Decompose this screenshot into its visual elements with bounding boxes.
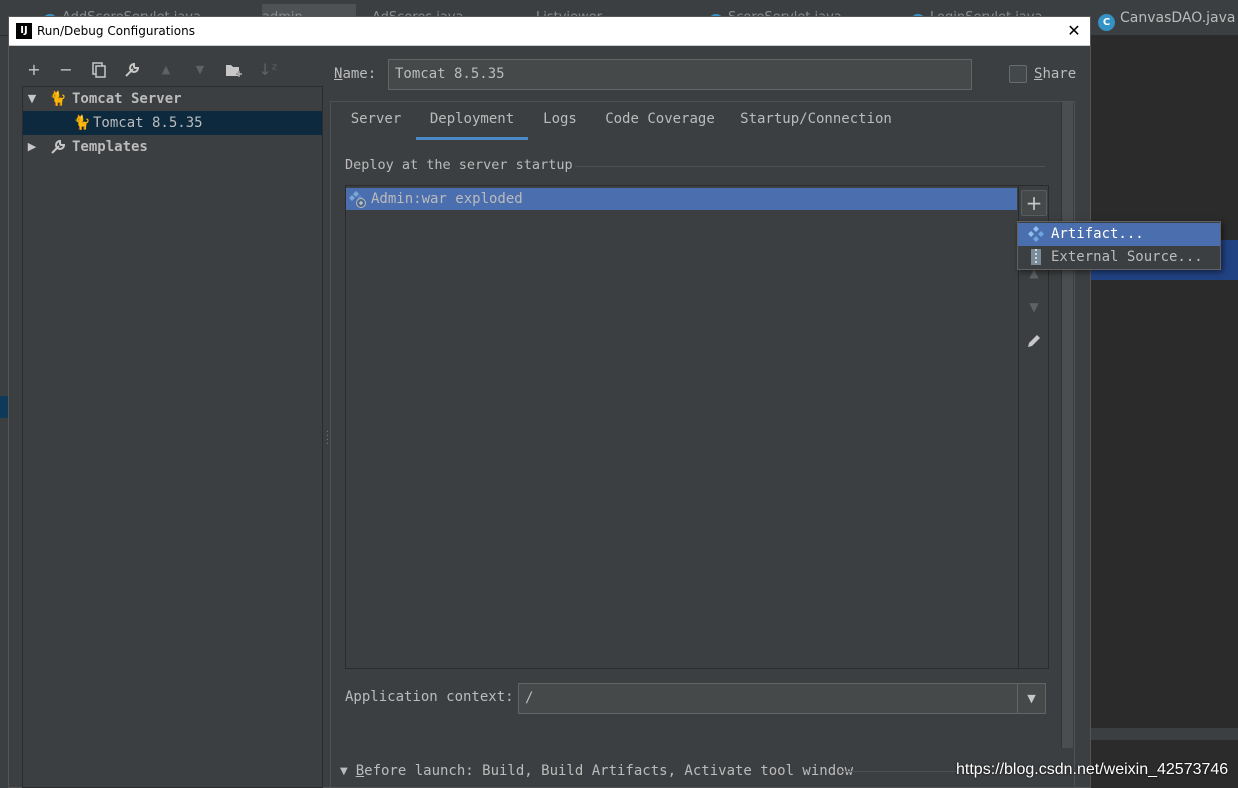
sort-icon[interactable]: ↓ᶻ (256, 58, 280, 82)
add-deployment-button[interactable]: + (1021, 190, 1047, 216)
section-divider (575, 166, 1045, 167)
collapse-arrow-icon[interactable]: ▶ (25, 135, 39, 159)
dialog-title: Run/Debug Configurations (37, 24, 195, 38)
config-tree: ▼ 🐈 Tomcat Server 🐈 Tomcat 8.5.35 ▶ Temp… (22, 86, 323, 788)
class-icon: C (1098, 14, 1115, 31)
add-deployment-menu: Artifact... External Source... (1017, 221, 1221, 270)
tab-startup-connection[interactable]: Startup/Connection (730, 104, 902, 140)
app-context-label: Application context: (345, 689, 514, 705)
menu-item-label: Artifact... (1051, 226, 1144, 242)
editor-tab-canvasdao[interactable]: C CanvasDAO.java (1098, 4, 1236, 32)
deploy-list-items: Admin:war exploded (346, 186, 1018, 668)
add-icon[interactable]: + (22, 58, 46, 82)
project-strip (0, 36, 8, 788)
list-item[interactable]: Admin:war exploded (346, 188, 1017, 210)
tree-group-tomcat[interactable]: ▼ 🐈 Tomcat Server (23, 87, 322, 111)
selection-marker (0, 396, 8, 418)
edit-pencil-icon[interactable] (1021, 328, 1047, 354)
remove-icon[interactable]: − (54, 58, 78, 82)
tomcat-icon: 🐈 (73, 115, 91, 131)
deploy-section-title: Deploy at the server startup (345, 157, 573, 173)
title-bar: IJ Run/Debug Configurations ✕ (9, 17, 1090, 46)
tab-code-coverage[interactable]: Code Coverage (594, 104, 726, 140)
editor-scrollbar (1090, 728, 1238, 740)
tomcat-icon: 🐈 (49, 91, 67, 107)
expand-arrow-icon[interactable]: ▼ (25, 87, 39, 111)
app-context-combobox[interactable]: / ▼ (518, 683, 1046, 714)
tab-deployment[interactable]: Deployment (416, 104, 528, 140)
panel-scrollbar[interactable] (1061, 102, 1073, 748)
watermark: https://blog.csdn.net/weixin_42573746 (956, 761, 1229, 778)
share-label: Share (1034, 66, 1077, 82)
before-launch-divider (840, 771, 958, 772)
expand-arrow-icon[interactable]: ▼ (340, 766, 348, 777)
move-down-icon[interactable]: ▼ (1021, 294, 1047, 320)
splitter-handle[interactable]: · · · · (325, 428, 330, 450)
tree-item-label: Tomcat 8.5.35 (93, 115, 203, 131)
artifact-icon (1028, 226, 1044, 242)
artifact-exploded-icon (349, 190, 367, 208)
share-checkbox[interactable] (1009, 65, 1027, 83)
tree-group-label: Templates (72, 139, 148, 155)
menu-item-label: External Source... (1051, 249, 1203, 265)
name-label: Name: (334, 66, 377, 82)
menu-item-artifact[interactable]: Artifact... (1018, 223, 1220, 246)
tree-group-label: Tomcat Server (72, 91, 182, 107)
tab-server[interactable]: Server (338, 104, 414, 140)
menu-item-external-source[interactable]: External Source... (1018, 246, 1220, 269)
wrench-icon[interactable] (120, 58, 144, 82)
tree-group-templates[interactable]: ▶ Templates (23, 135, 322, 159)
list-item-label: Admin:war exploded (371, 191, 523, 207)
chevron-down-icon[interactable]: ▼ (1017, 684, 1045, 713)
before-launch-section[interactable]: ▼ Before launch: Build, Build Artifacts, … (340, 762, 853, 781)
tab-logs[interactable]: Logs (530, 104, 590, 140)
copy-icon[interactable] (87, 58, 111, 82)
intellij-logo-icon: IJ (16, 23, 32, 39)
archive-icon (1028, 249, 1044, 265)
move-up-icon[interactable]: ▲ (154, 58, 178, 82)
close-button[interactable]: ✕ (1062, 19, 1086, 43)
name-field[interactable]: Tomcat 8.5.35 (388, 59, 972, 90)
deploy-list: Admin:war exploded + ▲ ▼ (345, 185, 1049, 669)
move-down-icon[interactable]: ▼ (188, 58, 212, 82)
code-editor (1090, 36, 1238, 788)
app-context-value: / (525, 690, 534, 706)
tree-item-tomcat-config[interactable]: 🐈 Tomcat 8.5.35 (23, 111, 322, 135)
new-folder-icon[interactable] (222, 58, 246, 82)
wrench-icon (50, 139, 68, 155)
